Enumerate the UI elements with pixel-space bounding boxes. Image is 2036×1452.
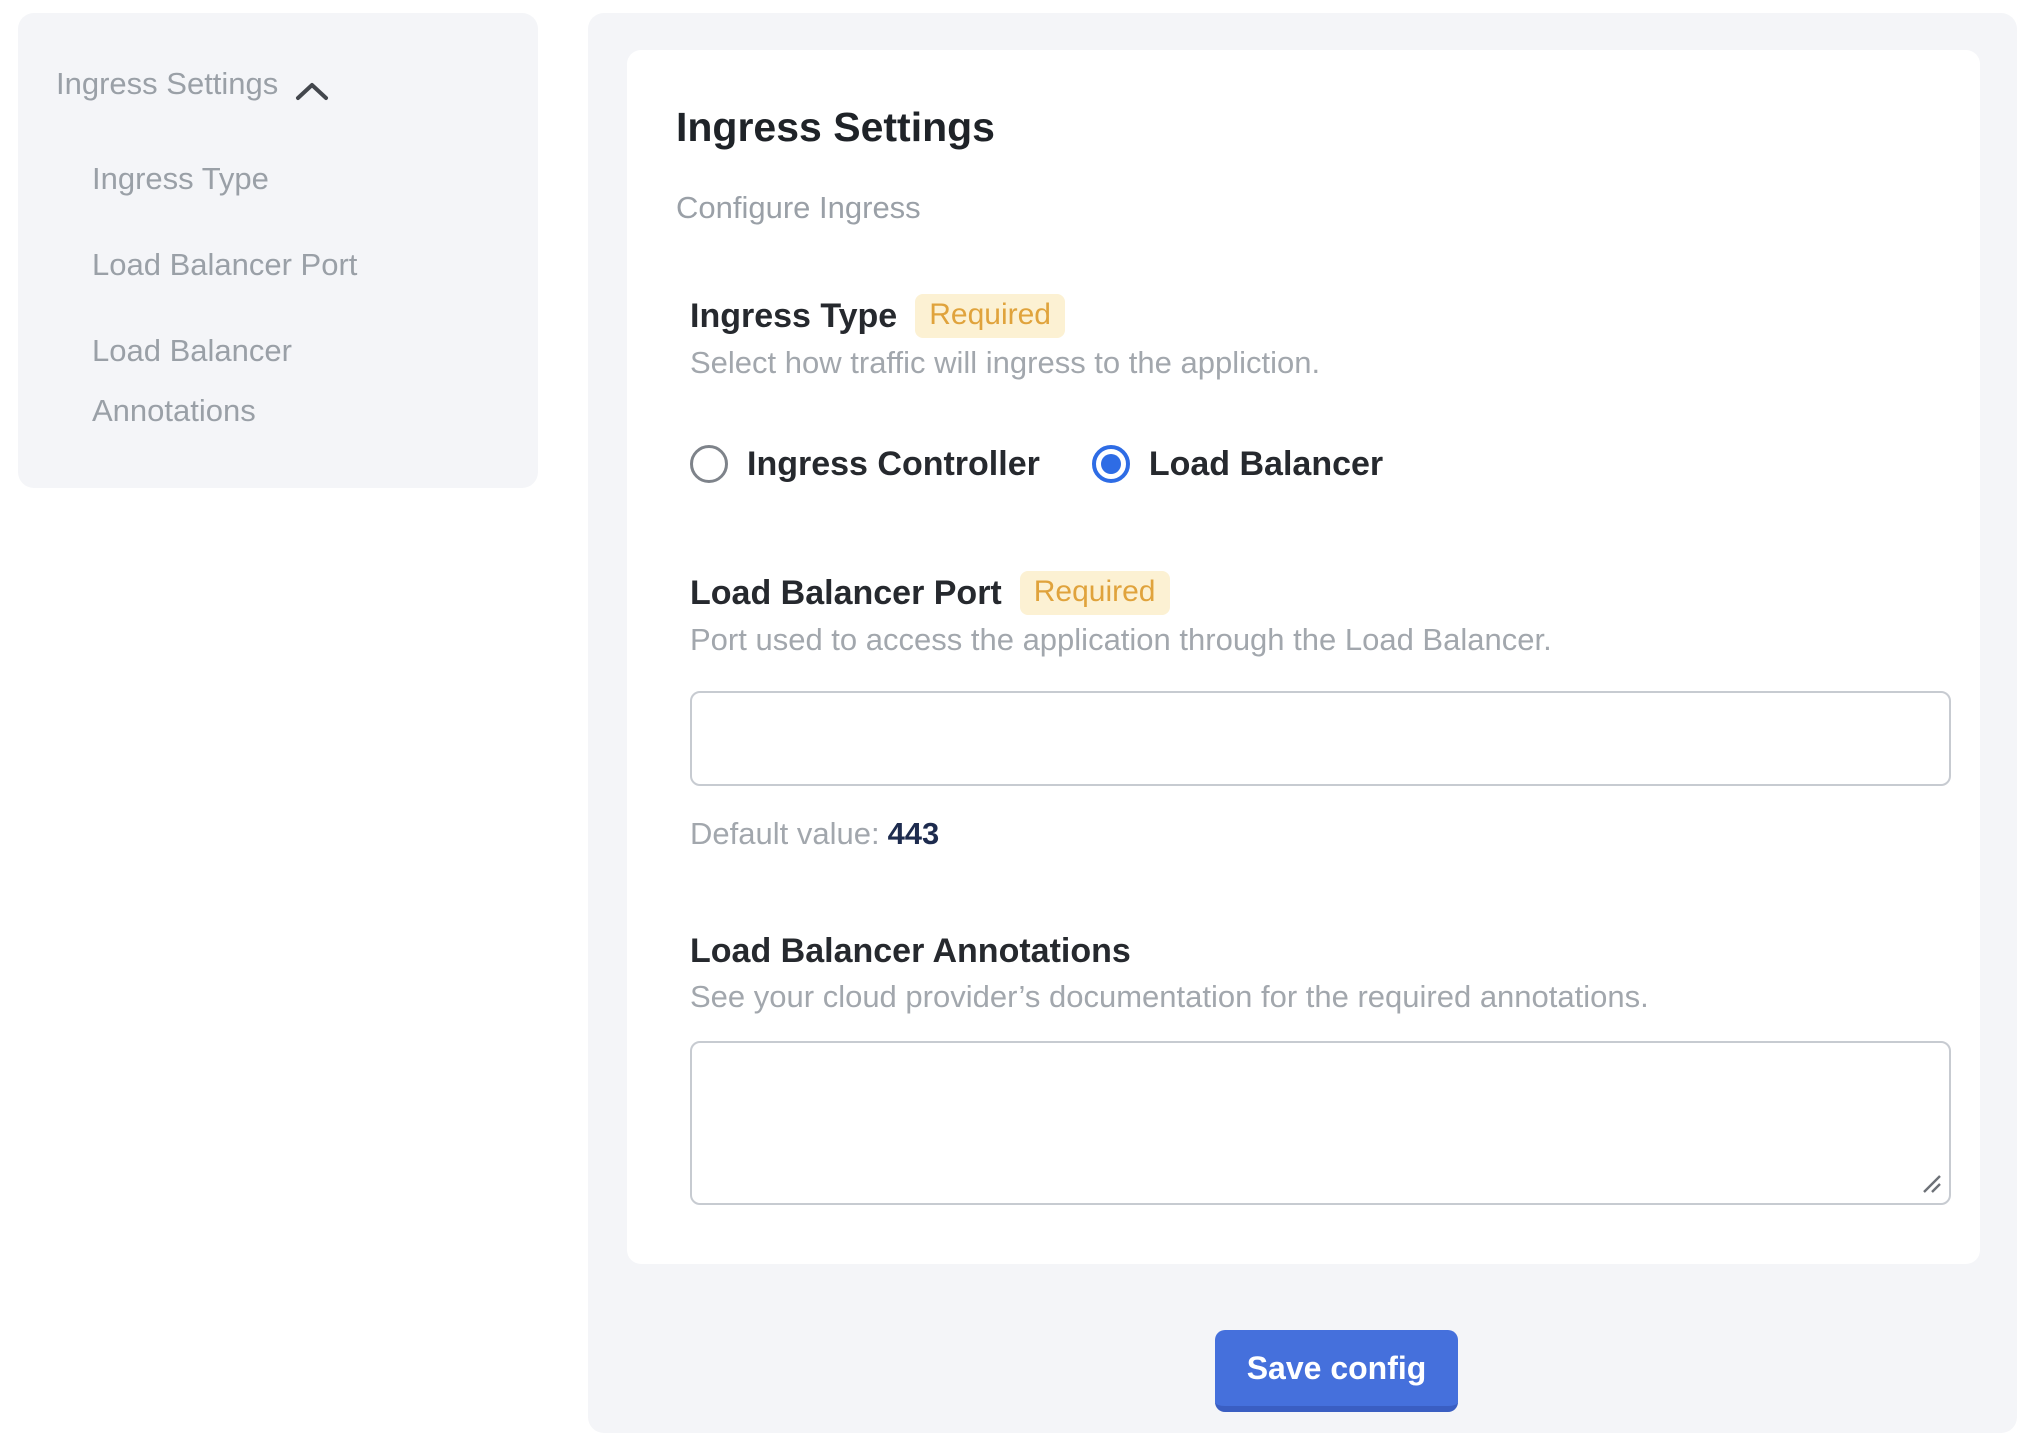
radio-ingress-controller-circle[interactable] (690, 445, 728, 483)
resize-handle-icon[interactable] (1920, 1172, 1944, 1196)
page-subtitle: Configure Ingress (676, 190, 1931, 226)
sidebar: Ingress Settings Ingress Type Load Balan… (18, 13, 538, 488)
page-title: Ingress Settings (676, 103, 1931, 151)
section-load-balancer-port: Load Balancer Port Required Port used to… (690, 571, 1931, 852)
ingress-type-radio-group: Ingress Controller Load Balancer (690, 441, 1931, 487)
radio-load-balancer-circle[interactable] (1092, 445, 1130, 483)
ingress-type-required-badge: Required (915, 294, 1065, 338)
radio-option-ingress-controller[interactable]: Ingress Controller (690, 445, 1040, 484)
page: Ingress Settings Ingress Type Load Balan… (0, 0, 2036, 1452)
default-value-number: 443 (888, 816, 940, 851)
lb-annotations-textarea[interactable] (690, 1041, 1951, 1205)
sidebar-item-ingress-type[interactable]: Ingress Type (92, 149, 432, 209)
lb-port-input[interactable] (690, 691, 1951, 786)
lb-port-description: Port used to access the application thro… (690, 622, 1931, 658)
settings-card: Ingress Settings Configure Ingress Ingre… (627, 50, 1980, 1264)
section-ingress-type: Ingress Type Required Select how traffic… (690, 294, 1931, 487)
radio-load-balancer-label: Load Balancer (1149, 445, 1383, 484)
lb-port-default-line: Default value:443 (690, 816, 1931, 852)
chevron-up-icon (294, 73, 330, 95)
radio-option-load-balancer[interactable]: Load Balancer (1092, 445, 1383, 484)
radio-ingress-controller-label: Ingress Controller (747, 445, 1040, 484)
lb-annotations-textarea-wrap (690, 1041, 1951, 1205)
default-value-label: Default value: (690, 816, 880, 851)
sidebar-item-load-balancer-annotations[interactable]: Load Balancer Annotations (92, 321, 432, 441)
sidebar-item-list: Ingress Type Load Balancer Port Load Bal… (92, 149, 538, 441)
ingress-type-label: Ingress Type (690, 295, 897, 337)
lb-port-required-badge: Required (1020, 571, 1170, 615)
lb-port-label: Load Balancer Port (690, 572, 1002, 614)
sidebar-group-toggle[interactable]: Ingress Settings (56, 65, 538, 103)
ingress-type-description: Select how traffic will ingress to the a… (690, 345, 1931, 381)
lb-annotations-description: See your cloud provider’s documentation … (690, 979, 1931, 1015)
sidebar-item-load-balancer-port[interactable]: Load Balancer Port (92, 235, 432, 295)
lb-annotations-label: Load Balancer Annotations (690, 930, 1131, 972)
sidebar-group-label: Ingress Settings (56, 65, 278, 103)
save-config-button[interactable]: Save config (1215, 1330, 1458, 1412)
section-load-balancer-annotations: Load Balancer Annotations See your cloud… (690, 930, 1931, 1205)
main-panel: Ingress Settings Configure Ingress Ingre… (588, 13, 2017, 1433)
